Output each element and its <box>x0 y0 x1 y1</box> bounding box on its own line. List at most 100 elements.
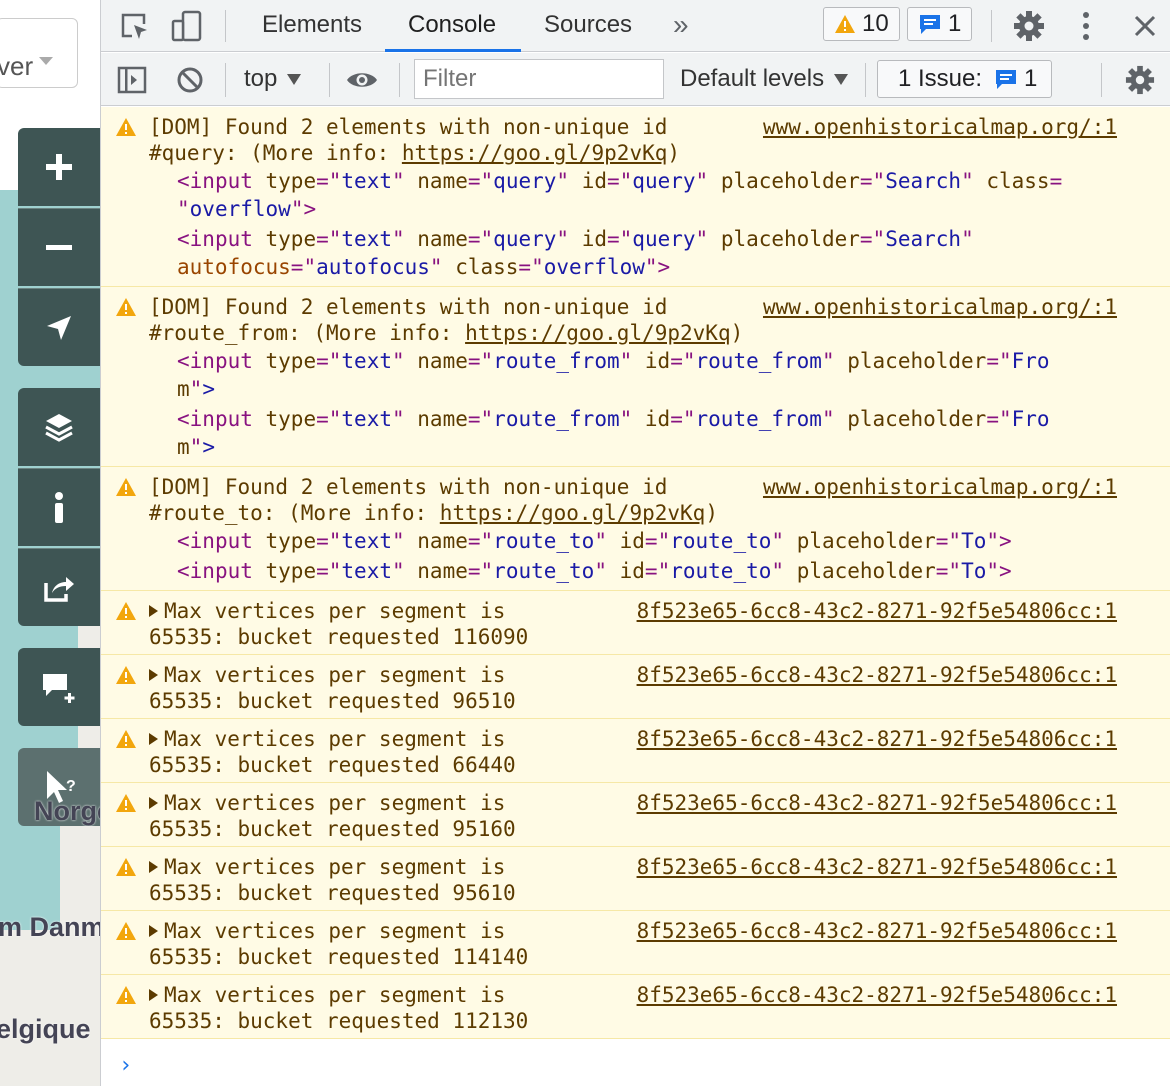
zoom-out-button[interactable] <box>18 208 100 286</box>
map-place-label: Norge <box>34 796 100 826</box>
message-text: 65535: bucket requested 96510 <box>149 689 516 713</box>
console-warning: Max vertices per segment is 8f523e65-6cc… <box>101 783 1170 847</box>
warnings-badge[interactable]: 10 <box>823 7 900 41</box>
divider <box>991 10 992 42</box>
console-warning: Max vertices per segment is 8f523e65-6cc… <box>101 975 1170 1039</box>
expand-triangle-icon[interactable] <box>149 733 158 745</box>
code-line[interactable]: <input type="text" name="route_to" id="r… <box>177 557 1012 585</box>
message-text[interactable]: Max vertices per segment is <box>149 597 505 625</box>
message-text: 65535: bucket requested 95610 <box>149 881 516 905</box>
layers-button[interactable] <box>18 388 100 466</box>
console-warning: [DOM] Found 2 elements with non-unique i… <box>101 467 1170 591</box>
console-warning: [DOM] Found 2 elements with non-unique i… <box>101 287 1170 467</box>
device-toolbar-button[interactable] <box>169 8 205 44</box>
source-link[interactable]: 8f523e65-6cc8-43c2-8271-92f5e54806cc:1 <box>637 917 1117 945</box>
messages-badge[interactable]: 1 <box>907 7 973 41</box>
gear-icon <box>1014 11 1044 41</box>
source-link[interactable]: www.openhistoricalmap.org/:1 <box>763 293 1117 321</box>
console-warning: Max vertices per segment is 8f523e65-6cc… <box>101 719 1170 783</box>
add-comment-icon <box>43 674 75 703</box>
code-line[interactable]: m"> <box>177 375 215 403</box>
map-key-button[interactable] <box>18 468 100 546</box>
console-output: [DOM] Found 2 elements with non-unique i… <box>101 107 1170 1086</box>
code-line[interactable]: <input type="text" name="route_from" id=… <box>177 347 1050 375</box>
show-sidebar-button[interactable] <box>115 64 149 96</box>
source-link[interactable]: www.openhistoricalmap.org/:1 <box>763 113 1117 141</box>
inspect-element-button[interactable] <box>117 10 151 42</box>
close-devtools-button[interactable] <box>1129 10 1161 42</box>
tab-console[interactable]: Console <box>385 0 521 52</box>
source-link[interactable]: 8f523e65-6cc8-43c2-8271-92f5e54806cc:1 <box>637 853 1117 881</box>
map-place-label: elgique <box>0 1014 91 1044</box>
console-prompt[interactable]: › <box>119 1053 132 1078</box>
share-icon <box>44 576 74 602</box>
divider <box>225 10 226 42</box>
source-link[interactable]: www.openhistoricalmap.org/:1 <box>763 473 1117 501</box>
more-info-link[interactable]: https://goo.gl/9p2vKq <box>402 141 668 165</box>
settings-button[interactable] <box>1011 8 1047 44</box>
message-text: 65535: bucket requested 116090 <box>149 625 529 649</box>
log-levels-select[interactable]: Default levels <box>680 53 849 106</box>
code-line[interactable]: autofocus="autofocus" class="overflow"> <box>177 253 670 281</box>
layer-select[interactable]: ver <box>0 18 78 88</box>
message-text[interactable]: Max vertices per segment is <box>149 725 505 753</box>
code-line[interactable]: "overflow"> <box>177 195 316 223</box>
tab-sources[interactable]: Sources <box>544 0 632 52</box>
console-settings-button[interactable] <box>1123 63 1157 97</box>
message-text-part: #route_to: (More info: <box>149 501 440 525</box>
context-select[interactable]: top <box>244 53 302 106</box>
add-note-button[interactable] <box>18 648 100 726</box>
expand-triangle-icon[interactable] <box>149 925 158 937</box>
message-text[interactable]: Max vertices per segment is <box>149 789 505 817</box>
context-label: top <box>244 65 278 92</box>
source-link[interactable]: 8f523e65-6cc8-43c2-8271-92f5e54806cc:1 <box>637 981 1117 1009</box>
code-line[interactable]: <input type="text" name="route_to" id="r… <box>177 527 1012 555</box>
warning-icon <box>116 794 136 812</box>
message-text-part: Max vertices per segment is <box>164 663 506 687</box>
expand-triangle-icon[interactable] <box>149 605 158 617</box>
more-info-link[interactable]: https://goo.gl/9p2vKq <box>465 321 731 345</box>
warning-icon <box>116 666 136 684</box>
expand-triangle-icon[interactable] <box>149 861 158 873</box>
message-text[interactable]: Max vertices per segment is <box>149 981 505 1009</box>
source-link[interactable]: 8f523e65-6cc8-43c2-8271-92f5e54806cc:1 <box>637 789 1117 817</box>
more-info-link[interactable]: https://goo.gl/9p2vKq <box>440 501 706 525</box>
console-warning: [DOM] Found 2 elements with non-unique i… <box>101 107 1170 287</box>
message-text[interactable]: Max vertices per segment is <box>149 661 505 689</box>
expand-triangle-icon[interactable] <box>149 797 158 809</box>
divider <box>865 63 866 97</box>
message-text-part: ) <box>730 321 744 345</box>
location-arrow-icon <box>47 315 71 340</box>
code-line[interactable]: <input type="text" name="query" id="quer… <box>177 167 1062 195</box>
message-text[interactable]: Max vertices per segment is <box>149 853 505 881</box>
source-link[interactable]: 8f523e65-6cc8-43c2-8271-92f5e54806cc:1 <box>637 725 1117 753</box>
message-text: #route_from: (More info: https://goo.gl/… <box>149 319 743 347</box>
divider <box>1101 63 1102 97</box>
expand-triangle-icon[interactable] <box>149 669 158 681</box>
message-text-part: ) <box>667 141 681 165</box>
share-button[interactable] <box>18 548 100 626</box>
warning-icon <box>116 478 136 496</box>
code-line[interactable]: <input type="text" name="query" id="quer… <box>177 225 974 253</box>
message-text: 65535: bucket requested 66440 <box>149 753 516 777</box>
code-line[interactable]: m"> <box>177 433 215 461</box>
locate-button[interactable] <box>18 288 100 366</box>
source-link[interactable]: 8f523e65-6cc8-43c2-8271-92f5e54806cc:1 <box>637 597 1117 625</box>
more-options-button[interactable] <box>1071 8 1101 44</box>
message-text: 65535: bucket requested 95160 <box>149 817 516 841</box>
code-line[interactable]: <input type="text" name="route_from" id=… <box>177 405 1050 433</box>
tab-elements[interactable]: Elements <box>262 0 362 52</box>
layer-select-label: ver <box>0 51 34 81</box>
clear-console-button[interactable] <box>173 63 207 97</box>
warning-icon <box>116 602 136 620</box>
expand-triangle-icon[interactable] <box>149 989 158 1001</box>
message-text[interactable]: Max vertices per segment is <box>149 917 505 945</box>
source-link[interactable]: 8f523e65-6cc8-43c2-8271-92f5e54806cc:1 <box>637 661 1117 689</box>
svg-text:?: ? <box>66 778 76 795</box>
issues-button[interactable]: 1 Issue: 1 <box>877 60 1053 98</box>
zoom-in-button[interactable] <box>18 128 100 206</box>
more-tabs-button[interactable]: » <box>673 0 689 52</box>
message-text: #query: (More info: https://goo.gl/9p2vK… <box>149 139 680 167</box>
live-expression-button[interactable] <box>343 65 381 95</box>
filter-input[interactable] <box>414 59 664 99</box>
